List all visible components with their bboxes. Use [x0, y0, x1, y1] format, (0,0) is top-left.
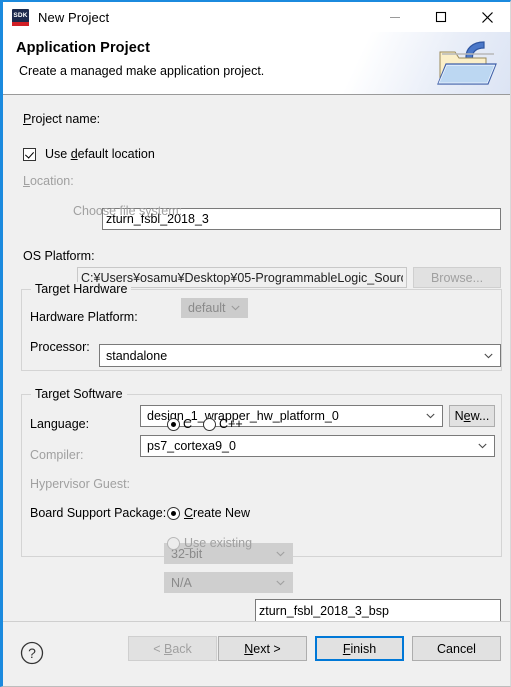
svg-text:?: ? — [28, 645, 36, 661]
choose-file-system-label: Choose file system: — [73, 204, 183, 218]
dialog-header: Application Project Create a managed mak… — [3, 32, 510, 95]
target-software-caption: Target Software — [31, 387, 127, 401]
bsp-create-new-radio[interactable] — [167, 506, 180, 520]
bsp-create-new-option[interactable]: Create New — [167, 506, 250, 520]
sdk-app-icon-label: SDK — [13, 11, 28, 19]
processor-label: Processor: — [30, 340, 90, 354]
close-icon[interactable] — [464, 2, 510, 32]
hypervisor-guest-value: N/A — [171, 575, 192, 590]
next-button[interactable]: Next > — [218, 636, 307, 661]
browse-button: Browse... — [413, 267, 501, 288]
maximize-icon[interactable] — [418, 2, 464, 32]
window-controls — [372, 2, 510, 32]
os-platform-label: OS Platform: — [23, 249, 95, 263]
hypervisor-guest-label: Hypervisor Guest: — [30, 477, 131, 491]
language-radio-c[interactable] — [167, 417, 180, 431]
help-icon[interactable]: ? — [19, 640, 45, 666]
chevron-down-icon — [276, 551, 285, 557]
cancel-button-label: Cancel — [437, 641, 476, 656]
page-title: Application Project — [16, 40, 151, 56]
language-label: Language: — [30, 417, 90, 431]
next-button-label: Next > — [244, 641, 281, 656]
use-default-location-checkbox[interactable] — [23, 147, 36, 161]
title-bar: SDK New Project — [3, 2, 510, 32]
page-subtitle: Create a managed make application projec… — [19, 64, 265, 78]
target-hardware-group: Target Hardware — [21, 282, 502, 371]
bsp-create-new-input[interactable] — [255, 599, 501, 622]
cancel-button[interactable]: Cancel — [412, 636, 501, 661]
board-support-package-row: Board Support Package: — [30, 506, 166, 520]
board-support-package-label: Board Support Package: — [30, 506, 167, 520]
hardware-platform-label: Hardware Platform: — [30, 310, 138, 324]
language-option-cpp[interactable]: C++ — [203, 417, 243, 431]
bsp-create-new-label: Create New — [184, 506, 251, 520]
finish-button-label: Finish — [342, 641, 377, 656]
finish-button[interactable]: Finish — [315, 636, 404, 661]
target-hardware-caption: Target Hardware — [31, 282, 132, 296]
window-title: New Project — [38, 9, 110, 25]
language-option-c[interactable]: C — [167, 417, 192, 431]
language-row: Language: — [30, 417, 89, 431]
dialog-body: Project name: Use default location Locat… — [3, 95, 510, 650]
processor-row: Processor: — [30, 340, 90, 354]
os-platform-row: OS Platform: — [23, 249, 95, 263]
location-row: Location: — [23, 174, 74, 188]
back-button: < Back — [128, 636, 217, 661]
compiler-label: Compiler: — [30, 448, 84, 462]
language-label-cpp: C++ — [219, 417, 243, 431]
dialog-footer: ? < Back Next > Finish Cancel — [3, 621, 510, 686]
c-folder-icon — [428, 36, 500, 94]
chevron-down-icon — [276, 580, 285, 586]
bsp-use-existing-radio — [167, 536, 180, 550]
browse-button-label: Browse... — [430, 270, 484, 285]
new-project-dialog: SDK New Project Application Project Crea… — [0, 0, 511, 687]
language-label-c: C — [183, 417, 193, 431]
hypervisor-guest-row: Hypervisor Guest: — [30, 477, 130, 491]
minimize-icon[interactable] — [372, 2, 418, 32]
compiler-row: Compiler: — [30, 448, 84, 462]
sdk-app-icon: SDK — [12, 8, 29, 26]
choose-file-system-row: Choose file system: — [73, 204, 182, 218]
target-software-group: Target Software — [21, 387, 502, 557]
project-name-row: Project name: — [23, 112, 100, 126]
location-label: Location: — [23, 174, 74, 188]
bsp-use-existing-option: Use existing — [167, 536, 252, 550]
language-radio-cpp[interactable] — [203, 417, 216, 431]
hypervisor-guest-combo: N/A — [164, 572, 293, 593]
back-button-label: < Back — [153, 641, 192, 656]
bsp-use-existing-label: Use existing — [184, 536, 253, 550]
project-name-label: Project name: — [23, 112, 101, 126]
use-default-location-label: Use default location — [45, 147, 155, 161]
hardware-platform-row: Hardware Platform: — [30, 310, 138, 324]
use-default-location-row[interactable]: Use default location — [23, 147, 155, 161]
